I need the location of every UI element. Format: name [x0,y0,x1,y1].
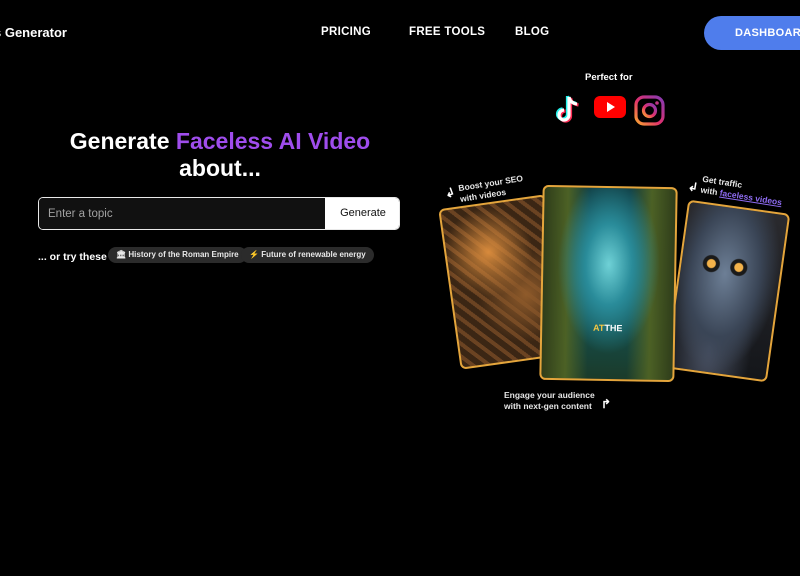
lightning-icon: ⚡ [249,250,259,259]
brand-logo-text[interactable]: s Generator [0,25,67,40]
showcase-card-owl [664,199,791,383]
nav-blog[interactable]: BLOG [515,26,549,38]
hero-title-line2: about... [179,155,261,181]
hero-title-accent: Faceless AI Video [175,128,371,154]
video-caption: ATTHE [592,322,623,334]
nav-pricing[interactable]: PRICING [321,26,371,38]
youtube-icon[interactable] [594,96,626,118]
curved-arrow-icon: ↲ [442,184,458,202]
suggestion-chip-renewable-energy[interactable]: ⚡ Future of renewable energy [241,247,374,263]
suggestion-label: Future of renewable energy [261,250,366,259]
curved-arrow-icon: ↲ [686,179,700,195]
dashboard-button[interactable]: DASHBOARD [704,16,800,50]
nav-free-tools[interactable]: FREE TOOLS [409,26,485,38]
hero-title-prefix: Generate [69,128,170,154]
generate-button[interactable]: Generate [325,198,399,229]
suggestion-chip-roman-empire[interactable]: 🏛 History of the Roman Empire [108,247,247,263]
hero-title: Generate Faceless AI Video [0,128,440,155]
topic-search-box: Generate [38,197,400,230]
suggestion-label: History of the Roman Empire [128,250,239,259]
perfect-for-label: Perfect for [585,72,633,83]
showcase-card-underwater: ATTHE [539,184,678,383]
note-engage-audience: Engage your audience with next-gen conte… [504,390,595,411]
try-these-label: ... or try these [38,251,107,263]
curved-arrow-icon: ↱ [601,397,612,411]
tiktok-icon[interactable] [554,94,584,126]
temple-icon: 🏛 [116,250,127,259]
topic-input[interactable] [39,198,325,229]
instagram-icon[interactable] [634,95,665,126]
